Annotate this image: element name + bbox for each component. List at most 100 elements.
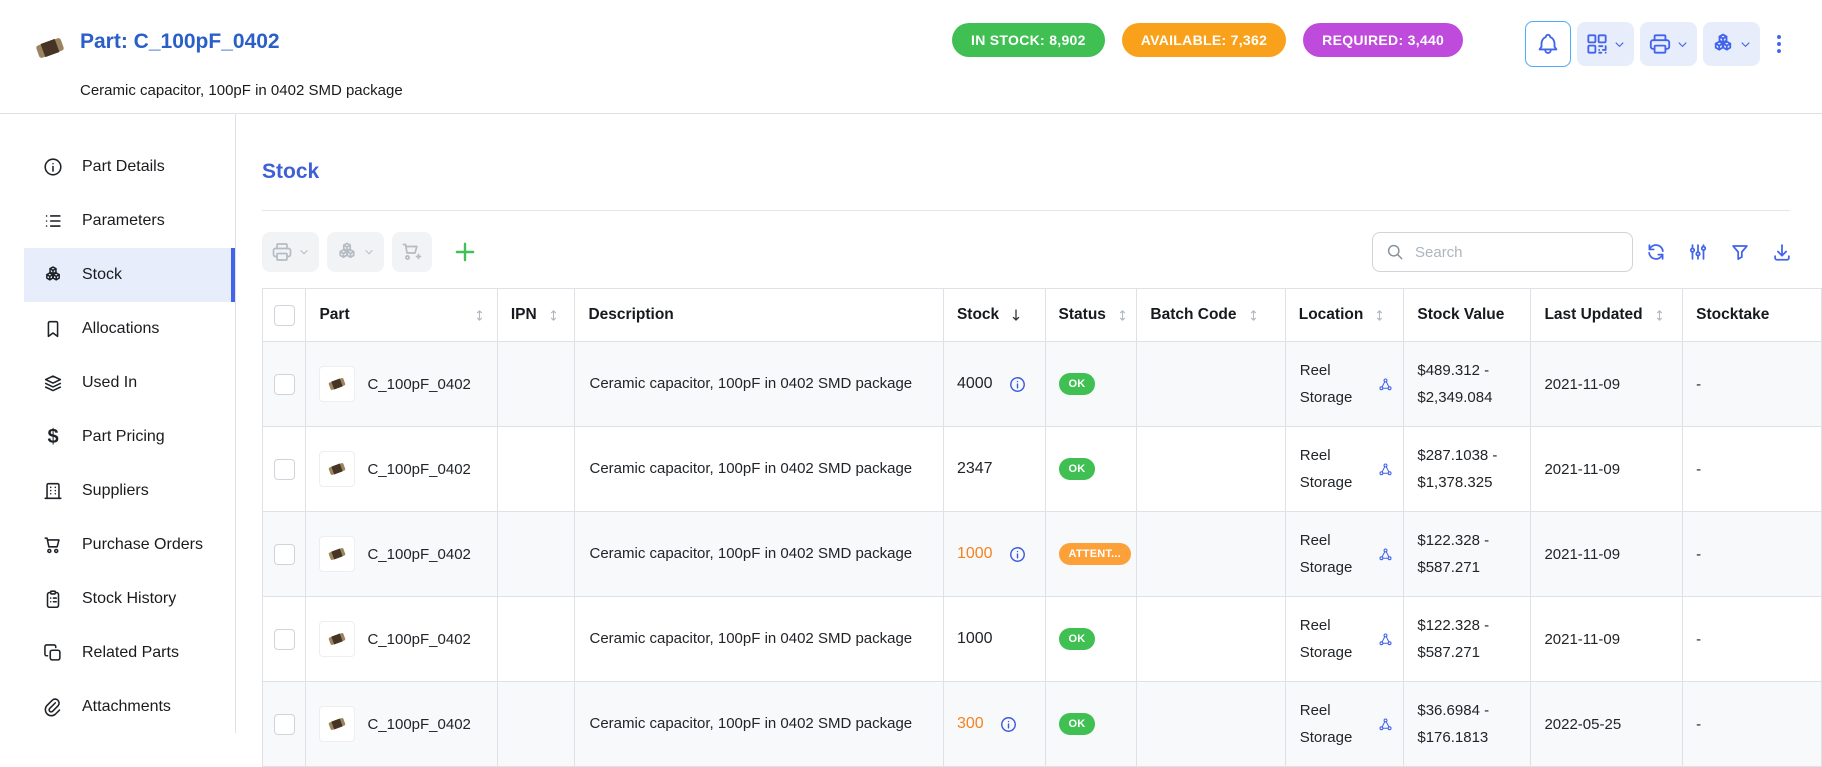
part-name: C_100pF_0402 <box>367 716 470 733</box>
column-label: Stock Value <box>1417 306 1504 324</box>
select-all-checkbox[interactable] <box>274 305 295 326</box>
ipn-cell <box>497 427 575 512</box>
sidebar-divider <box>235 114 236 733</box>
filters-button[interactable] <box>1729 241 1751 263</box>
part-thumbnail <box>319 451 355 487</box>
column-label: IPN <box>511 306 537 324</box>
stock-quantity: 2347 <box>957 460 993 478</box>
column-header-updated[interactable]: Last Updated <box>1531 289 1683 342</box>
sidebar-item-label: Allocations <box>82 320 159 338</box>
part-thumbnail <box>319 366 355 402</box>
qrcode-icon <box>1584 31 1610 57</box>
search-box[interactable] <box>1372 232 1633 272</box>
in-stock-badge: IN STOCK: 8,902 <box>952 23 1105 57</box>
info-circle-icon[interactable] <box>1008 545 1027 564</box>
stock-row[interactable]: C_100pF_0402Ceramic capacitor, 100pF in … <box>263 597 1822 682</box>
sidebar-item-allocations[interactable]: Allocations <box>24 302 235 356</box>
sort-both-icon <box>1652 308 1667 323</box>
table-toolbar-right <box>1645 241 1793 263</box>
overflow-menu-button[interactable] <box>1766 22 1792 66</box>
last-updated-cell: 2021-11-09 <box>1531 597 1683 682</box>
stock-row[interactable]: C_100pF_0402Ceramic capacitor, 100pF in … <box>263 342 1822 427</box>
part-thumbnail <box>319 536 355 572</box>
sidebar-item-stock-history[interactable]: Stock History <box>24 572 235 626</box>
barcode-menu-button[interactable] <box>1577 22 1634 66</box>
stock-value-cell: $122.328 - $587.271 <box>1404 597 1531 682</box>
row-checkbox[interactable] <box>274 544 295 565</box>
sidebar-item-part-pricing[interactable]: $Part Pricing <box>24 410 235 464</box>
location-name: Reel Storage <box>1300 442 1368 496</box>
stock-menu-button[interactable] <box>1703 22 1760 66</box>
part-name: C_100pF_0402 <box>367 376 470 393</box>
column-header-part[interactable]: Part <box>306 289 497 342</box>
column-header-batch[interactable]: Batch Code <box>1137 289 1285 342</box>
last-updated-cell: 2021-11-09 <box>1531 427 1683 512</box>
cart-plus-icon <box>400 240 424 264</box>
sidebar-item-stock[interactable]: Stock <box>24 248 235 302</box>
chevron-down-icon <box>1675 37 1690 52</box>
part-image[interactable] <box>28 26 72 70</box>
sidebar-item-part-details[interactable]: Part Details <box>24 140 235 194</box>
stock-actions-button[interactable] <box>327 232 384 272</box>
printer-icon <box>1647 31 1673 57</box>
table-options-button[interactable] <box>1687 241 1709 263</box>
sidebar-item-parameters[interactable]: Parameters <box>24 194 235 248</box>
sidebar-item-attachments[interactable]: Attachments <box>24 680 235 734</box>
refresh-button[interactable] <box>1645 241 1667 263</box>
shopping-cart-icon <box>42 534 64 556</box>
sitemap-icon <box>1378 632 1393 647</box>
sidebar-item-purchase-orders[interactable]: Purchase Orders <box>24 518 235 572</box>
copy-icon <box>42 642 64 664</box>
status-badge: ATTENT... <box>1059 543 1131 565</box>
row-checkbox[interactable] <box>274 374 295 395</box>
description-cell: Ceramic capacitor, 100pF in 0402 SMD pac… <box>575 512 943 597</box>
download-button[interactable] <box>1771 241 1793 263</box>
location-name: Reel Storage <box>1300 697 1368 751</box>
sort-both-icon <box>546 308 561 323</box>
column-header-stocktake[interactable]: Stocktake <box>1683 289 1822 342</box>
stock-row[interactable]: C_100pF_0402Ceramic capacitor, 100pF in … <box>263 427 1822 512</box>
notifications-button[interactable] <box>1525 21 1571 67</box>
stock-quantity: 4000 <box>957 375 993 393</box>
info-circle-icon[interactable] <box>1008 375 1027 394</box>
stock-row[interactable]: C_100pF_0402Ceramic capacitor, 100pF in … <box>263 512 1822 597</box>
stock-row[interactable]: C_100pF_0402Ceramic capacitor, 100pF in … <box>263 682 1822 767</box>
row-checkbox[interactable] <box>274 629 295 650</box>
column-header-value[interactable]: Stock Value <box>1404 289 1531 342</box>
description-cell: Ceramic capacitor, 100pF in 0402 SMD pac… <box>575 597 943 682</box>
table-toolbar-left <box>262 232 482 272</box>
row-checkbox[interactable] <box>274 459 295 480</box>
print-actions-button[interactable] <box>262 232 319 272</box>
column-header-location[interactable]: Location <box>1285 289 1404 342</box>
part-name: C_100pF_0402 <box>367 461 470 478</box>
add-stock-item-button[interactable] <box>448 232 482 272</box>
column-header-status[interactable]: Status <box>1045 289 1137 342</box>
stock-table-wrap: Part IPN DescriptionStockStatusBatch Code L… <box>262 288 1822 767</box>
capacitor-image <box>30 28 70 68</box>
sidebar-item-label: Purchase Orders <box>82 536 203 554</box>
panel-title: Stock <box>262 160 319 184</box>
row-checkbox[interactable] <box>274 714 295 735</box>
last-updated-cell: 2021-11-09 <box>1531 342 1683 427</box>
print-menu-button[interactable] <box>1640 22 1697 66</box>
info-circle-icon[interactable] <box>999 715 1018 734</box>
sidebar-item-related-parts[interactable]: Related Parts <box>24 626 235 680</box>
sidebar-item-suppliers[interactable]: Suppliers <box>24 464 235 518</box>
table-header-row: Part IPN DescriptionStockStatusBatch Code L… <box>263 289 1822 342</box>
column-header-stock[interactable]: Stock <box>943 289 1045 342</box>
ipn-cell <box>497 342 575 427</box>
sidebar-item-label: Related Parts <box>82 644 179 662</box>
sitemap-icon <box>1378 377 1393 392</box>
sidebar-item-used-in[interactable]: Used In <box>24 356 235 410</box>
info-circle-icon <box>42 156 64 178</box>
order-stock-button[interactable] <box>392 232 432 272</box>
column-header-ipn[interactable]: IPN <box>497 289 575 342</box>
stock-table: Part IPN DescriptionStockStatusBatch Code L… <box>262 288 1822 767</box>
column-header-description[interactable]: Description <box>575 289 943 342</box>
column-label: Location <box>1299 306 1364 324</box>
stock-quantity: 1000 <box>957 630 993 648</box>
sitemap-icon <box>1378 462 1393 477</box>
packages-icon <box>335 240 359 264</box>
sidebar-item-label: Parameters <box>82 212 165 230</box>
search-input[interactable] <box>1413 243 1632 262</box>
